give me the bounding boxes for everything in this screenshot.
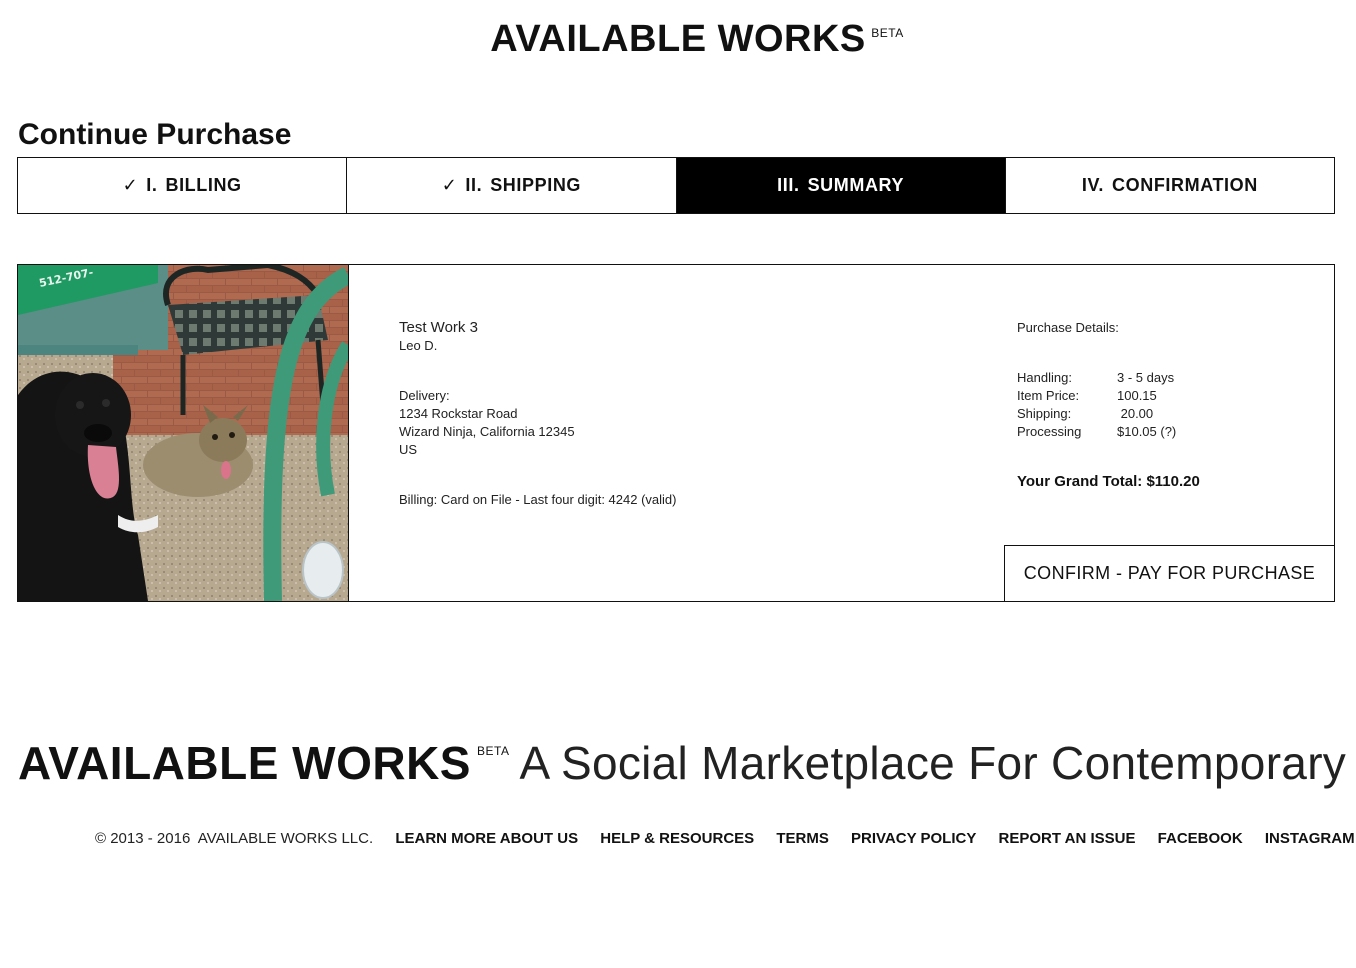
detail-label: Processing [1017,424,1082,439]
footer-link-terms[interactable]: TERMS [776,830,829,847]
footer-tagline: A Social Marketplace For Contemporary Ar… [519,737,1356,789]
step-label: SUMMARY [807,175,905,195]
footer-links: © 2013 - 2016 AVAILABLE WORKS LLC. LEARN… [95,830,1356,847]
detail-value: 3 - 5 days [1117,370,1175,385]
address-country: US [399,442,418,457]
step-label: SHIPPING [490,175,582,195]
beta-badge: BETA [871,26,904,40]
step-summary[interactable]: III. SUMMARY [676,158,1006,213]
checkout-steps: ✓ I. BILLING ✓ II. SHIPPING III. SUMMARY… [17,157,1335,214]
work-info: Test Work 3 Leo D. Delivery: 1234 Rockst… [399,319,676,509]
footer-link-facebook[interactable]: FACEBOOK [1158,830,1243,847]
step-number: IV. [1081,175,1105,195]
artwork-image: 512-707- [18,265,349,601]
detail-label: Item Price: [1017,388,1080,403]
footer-beta-badge: BETA [477,744,510,758]
grand-total: Your Grand Total: $110.20 [1017,473,1200,490]
step-number: I. [146,175,158,195]
detail-row-shipping: Shipping: 20.00 [1017,405,1200,423]
detail-value: 100.15 [1117,388,1157,403]
footer-brand: AVAILABLE WORKS BETA A Social Marketplace … [18,736,1356,790]
checkmark-icon: ✓ [441,175,458,195]
work-title[interactable]: Test Work 3 [399,319,676,337]
purchase-details-heading: Purchase Details: [1017,320,1119,335]
detail-value-processing[interactable]: $10.05 (?) [1117,423,1176,441]
brand-logo[interactable]: AVAILABLE WORKS BETA [490,18,903,61]
step-number: III. [777,175,800,195]
footer-logo[interactable]: AVAILABLE WORKS [18,737,471,789]
order-summary-card: 512-707- Test Work 3 Leo D. Delivery: 12… [17,264,1335,602]
footer-link-report[interactable]: REPORT AN ISSUE [999,830,1136,847]
copyright-text: © 2013 - 2016 AVAILABLE WORKS LLC. [95,830,374,847]
site-header: AVAILABLE WORKS BETA [0,18,1356,61]
artist-name[interactable]: Leo D. [399,337,676,355]
brand-name: AVAILABLE WORKS [490,18,866,60]
detail-row-processing: Processing $10.05 (?) [1017,423,1200,441]
billing-info: Billing: Card on File - Last four digit:… [399,492,677,507]
footer-link-instagram[interactable]: INSTAGRAM [1265,830,1355,847]
detail-row-item-price: Item Price: 100.15 [1017,387,1200,405]
step-confirmation[interactable]: IV. CONFIRMATION [1005,158,1334,213]
detail-value: 20.00 [1117,406,1154,421]
checkmark-icon: ✓ [122,175,139,195]
address-line1: 1234 Rockstar Road [399,406,518,421]
step-billing[interactable]: ✓ I. BILLING [18,158,348,213]
step-label: BILLING [165,175,242,195]
step-label: CONFIRMATION [1112,175,1258,195]
detail-label: Shipping: [1017,406,1072,421]
confirm-pay-button[interactable]: CONFIRM - PAY FOR PURCHASE [1004,545,1334,601]
step-number: II. [465,175,483,195]
address-line2: Wizard Ninja, California 12345 [399,424,575,439]
detail-label: Handling: [1017,370,1072,385]
purchase-details: Purchase Details: Handling: 3 - 5 days I… [1017,319,1200,491]
delivery-label: Delivery: [399,388,450,403]
footer-link-about[interactable]: LEARN MORE ABOUT US [395,830,578,847]
step-shipping[interactable]: ✓ II. SHIPPING [347,158,677,213]
page-title: Continue Purchase [18,118,292,151]
footer-link-privacy[interactable]: PRIVACY POLICY [851,830,976,847]
detail-row-handling: Handling: 3 - 5 days [1017,369,1200,387]
footer-link-help[interactable]: HELP & RESOURCES [600,830,754,847]
